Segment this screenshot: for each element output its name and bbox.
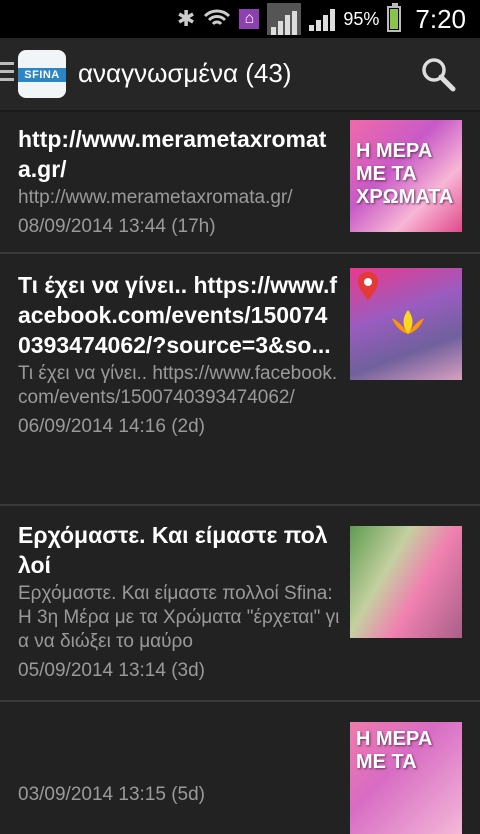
action-bar: SFINA αναγνωσμένα (43) (0, 38, 480, 112)
item-summary: Ερχόμαστε. Και είμαστε πολλοί Sfina: Η 3… (18, 583, 340, 652)
item-summary: Τι έχει να γίνει.. https://www.facebook.… (18, 363, 338, 408)
item-date: 05/09/2014 13:14 (3d) (18, 660, 205, 681)
signal-box-icon (267, 3, 302, 35)
battery-percent: 95% (343, 8, 380, 29)
item-thumbnail: Η ΜΕΡΑ ΜΕ ΤΑ ΧΡΩΜΑΤΑ (350, 120, 462, 232)
search-icon[interactable] (420, 56, 456, 92)
item-thumbnail (350, 268, 462, 380)
map-pin-icon (358, 272, 378, 300)
app-logo[interactable]: SFINA (18, 50, 66, 98)
bluetooth-icon: ✱ (176, 6, 196, 31)
article-list: http://www.merametaxromata.gr/ http://ww… (0, 110, 480, 834)
item-date: 08/09/2014 13:44 (17h) (18, 216, 216, 237)
item-title: Τι έχει να γίνει.. https://www.facebook.… (18, 272, 338, 358)
lotus-icon (392, 310, 424, 334)
wifi-icon (204, 9, 231, 26)
status-bar: ✱ ⌂ 95% 7:20 (0, 0, 480, 38)
list-item[interactable]: Τι έχει να γίνει.. https://www.facebook.… (0, 254, 480, 506)
item-summary: http://www.merametaxromata.gr/ (18, 187, 293, 208)
battery-icon (387, 3, 402, 32)
item-date: 03/09/2014 13:15 (5d) (18, 784, 205, 805)
item-title: http://www.merametaxromata.gr/ (18, 126, 327, 182)
clock: 7:20 (415, 3, 466, 34)
item-thumbnail (350, 526, 462, 638)
status-icons: ✱ ⌂ 95% 7:20 (177, 0, 466, 38)
page-title: αναγνωσμένα (43) (78, 58, 292, 88)
signal-icon (309, 7, 336, 31)
item-date: 06/09/2014 14:16 (2d) (18, 416, 205, 437)
list-item[interactable]: http://www.merametaxromata.gr/ http://ww… (0, 110, 480, 254)
menu-icon[interactable] (0, 62, 14, 86)
list-item[interactable]: 03/09/2014 13:15 (5d) Η ΜΕΡΑ ΜΕ ΤΑ (0, 702, 480, 834)
item-thumbnail: Η ΜΕΡΑ ΜΕ ΤΑ (350, 722, 462, 834)
list-item[interactable]: Ερχόμαστε. Και είμαστε πολλοί Ερχόμαστε.… (0, 506, 480, 702)
home-icon: ⌂ (239, 9, 260, 29)
item-title: Ερχόμαστε. Και είμαστε πολλοί (18, 522, 328, 578)
